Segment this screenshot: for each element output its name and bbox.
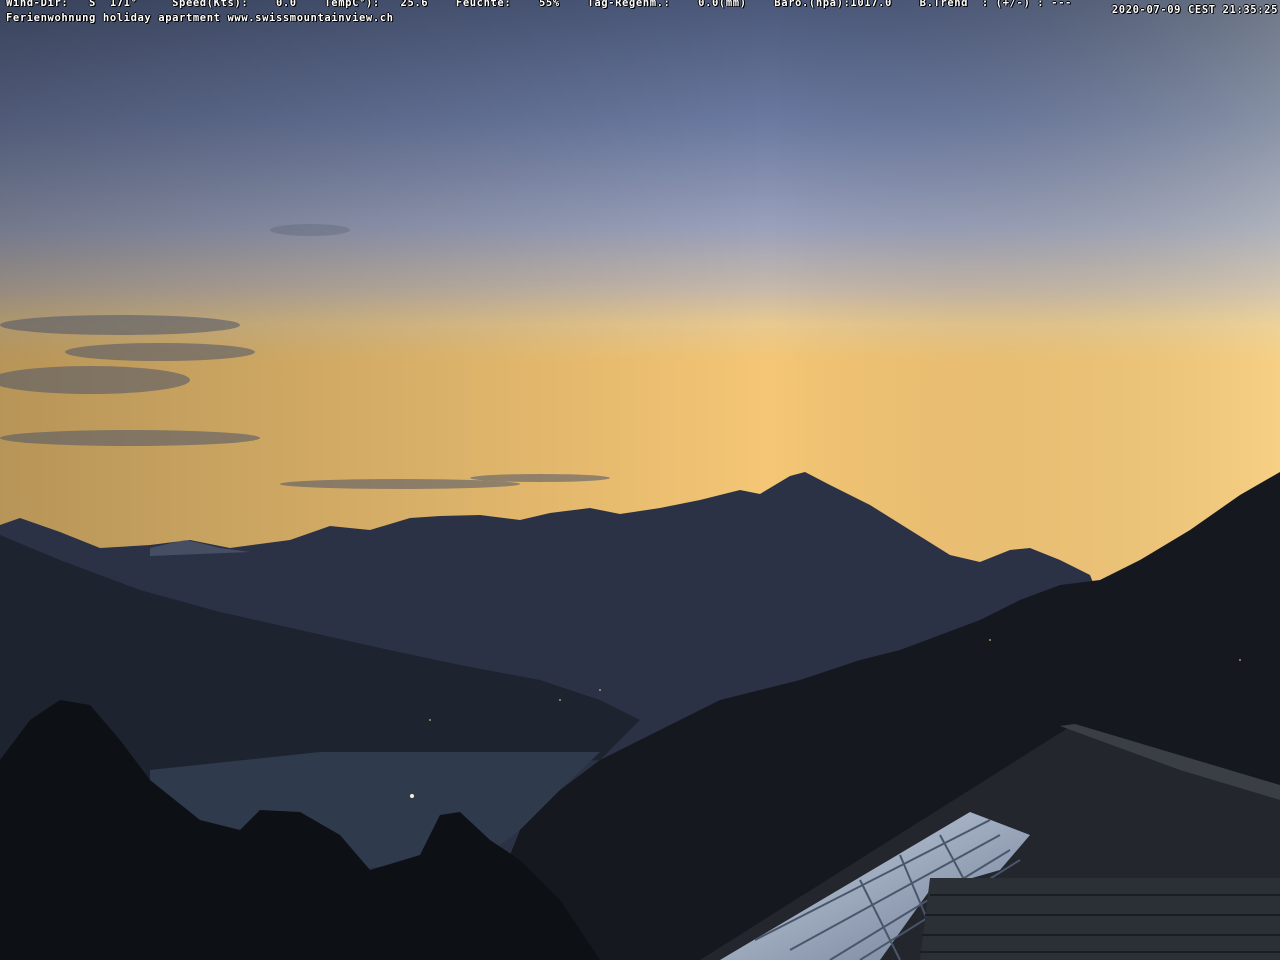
lower-roof	[920, 878, 1280, 960]
webcam-frame: Wind-Dir: S 171° Speed(Kts): 0.0 TempC°)…	[0, 0, 1280, 960]
light-on-lake	[410, 794, 414, 798]
landscape-scene	[0, 0, 1280, 960]
sky-glow	[0, 0, 1280, 600]
